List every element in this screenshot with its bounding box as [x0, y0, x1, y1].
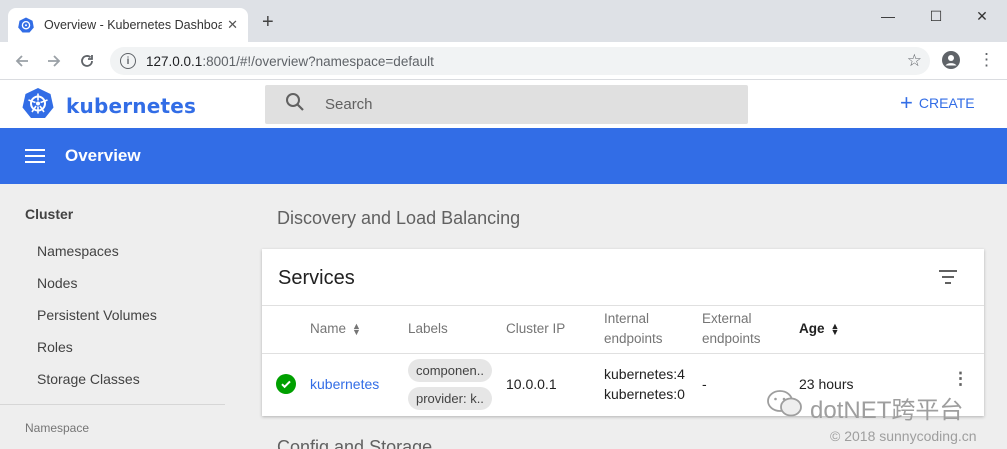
column-header-internal-endpoints: Internal endpoints — [604, 309, 663, 349]
sidebar-item-nodes[interactable]: Nodes — [37, 275, 77, 291]
watermark-copyright: © 2018 sunnycoding.cn — [830, 428, 977, 444]
profile-icon[interactable] — [942, 51, 960, 69]
sidebar-divider — [0, 404, 225, 405]
card-title: Services — [278, 267, 355, 289]
reload-icon[interactable] — [76, 50, 98, 72]
sort-icon: ▲ ▼ — [830, 321, 840, 338]
column-header-age[interactable]: Age ▲ ▼ — [799, 319, 839, 339]
create-label: CREATE — [918, 95, 975, 111]
sort-icon: ▲ ▼ — [352, 321, 361, 338]
section-title-config-storage: Config and Storage — [277, 437, 433, 449]
label-chip[interactable]: componen.. — [408, 359, 492, 382]
filter-icon[interactable] — [939, 270, 957, 284]
check-circle-icon — [276, 374, 296, 394]
browser-menu-icon[interactable]: ⋮ — [978, 50, 995, 70]
tab-title: Overview - Kubernetes Dashboard — [44, 18, 222, 32]
sidebar-namespace-label: Namespace — [25, 421, 90, 435]
close-window-button[interactable]: ✕ — [967, 6, 997, 26]
app-header: kubernetes Search + CREATE — [0, 80, 1007, 128]
kubernetes-favicon-icon — [18, 17, 34, 33]
internal-endpoint-value: kubernetes:0 — [604, 386, 685, 402]
internal-endpoint-value: kubernetes:4 — [604, 366, 685, 382]
card-divider — [262, 305, 984, 306]
close-tab-icon[interactable]: ✕ — [227, 17, 238, 33]
column-header-labels: Labels — [408, 321, 448, 336]
sidebar-item-storage-classes[interactable]: Storage Classes — [37, 371, 140, 387]
sidebar: Cluster Namespaces Nodes Persistent Volu… — [0, 184, 240, 449]
column-header-name[interactable]: Name ▲ ▼ — [310, 319, 361, 339]
wechat-icon — [766, 389, 804, 426]
menu-hamburger-icon[interactable] — [25, 149, 45, 163]
back-arrow-icon[interactable] — [11, 50, 33, 72]
row-actions-menu-icon[interactable]: ⋮ — [952, 370, 969, 387]
section-title: Discovery and Load Balancing — [277, 208, 521, 228]
external-label-2: endpoints — [702, 331, 761, 346]
logo-text: kubernetes — [66, 93, 197, 118]
forward-arrow-icon[interactable] — [43, 50, 65, 72]
service-name-link[interactable]: kubernetes — [310, 374, 379, 394]
browser-toolbar: i 127.0.0.1:8001/#!/overview?namespace=d… — [0, 42, 1007, 80]
plus-icon: + — [900, 90, 913, 115]
logo[interactable]: kubernetes — [22, 87, 196, 124]
bookmark-star-icon[interactable]: ☆ — [907, 51, 922, 71]
page-title: Overview — [65, 146, 141, 165]
search-placeholder: Search — [325, 96, 373, 113]
new-tab-button[interactable]: + — [262, 12, 274, 32]
kubernetes-logo-icon — [22, 87, 54, 124]
browser-tab-strip: Overview - Kubernetes Dashboard ✕ + — ☐ … — [0, 0, 1007, 42]
external-label-1: External — [702, 311, 752, 326]
row-divider — [262, 353, 984, 354]
internal-label-2: endpoints — [604, 331, 663, 346]
label-chip[interactable]: provider: k.. — [408, 387, 492, 410]
cluster-ip-value: 10.0.0.1 — [506, 376, 557, 392]
sidebar-item-persistent-volumes[interactable]: Persistent Volumes — [37, 307, 157, 323]
column-header-cluster-ip: Cluster IP — [506, 321, 566, 336]
create-button[interactable]: + CREATE — [900, 90, 975, 115]
browser-tab[interactable]: Overview - Kubernetes Dashboard ✕ — [8, 8, 248, 42]
title-bar: Overview — [0, 128, 1007, 184]
info-icon[interactable]: i — [120, 53, 136, 69]
search-icon — [285, 92, 305, 117]
watermark-brand: dotNET跨平台 — [766, 389, 963, 426]
address-bar[interactable]: i 127.0.0.1:8001/#!/overview?namespace=d… — [110, 47, 930, 75]
search-input[interactable]: Search — [265, 85, 748, 124]
url-path: :8001/#!/overview?namespace=default — [202, 53, 434, 69]
column-name-label: Name — [310, 321, 347, 336]
sidebar-item-roles[interactable]: Roles — [37, 339, 73, 355]
watermark-brand-text: dotNET跨平台 — [810, 397, 964, 424]
sidebar-section-cluster[interactable]: Cluster — [25, 206, 73, 222]
internal-label-1: Internal — [604, 311, 650, 326]
column-header-external-endpoints: External endpoints — [702, 309, 761, 349]
minimize-button[interactable]: — — [873, 6, 903, 26]
column-age-label: Age — [799, 321, 825, 336]
url-host: 127.0.0.1 — [146, 53, 203, 69]
external-endpoint-value: - — [702, 376, 707, 392]
maximize-button[interactable]: ☐ — [921, 6, 951, 26]
sidebar-item-namespaces[interactable]: Namespaces — [37, 243, 119, 259]
